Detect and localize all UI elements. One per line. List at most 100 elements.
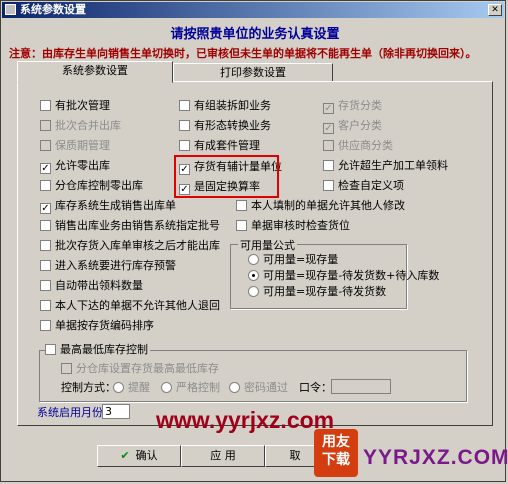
- col1-option-11-box[interactable]: [40, 320, 51, 331]
- col1-option-0[interactable]: 有批次管理: [40, 99, 110, 112]
- formula-option-1[interactable]: 可用量=现存量-待发货数+待入库数: [248, 269, 439, 282]
- password-label: 口令：: [299, 381, 332, 394]
- formula-option-2[interactable]: 可用量=现存量-待发货数: [248, 285, 386, 298]
- col2-option-6-box[interactable]: [236, 220, 247, 231]
- col1-option-1[interactable]: 批次合并出库: [40, 119, 121, 132]
- col3-option-3[interactable]: 允许超生产加工单领料: [323, 159, 448, 172]
- control-mode-strict[interactable]: 严格控制: [161, 381, 220, 394]
- formula-option-0[interactable]: 可用量=现存量: [248, 253, 338, 266]
- col1-option-2-box[interactable]: [40, 140, 51, 151]
- formula-option-label: 可用量=现存量-待发货数: [263, 285, 387, 298]
- col3-option-4[interactable]: 检查自定义项: [323, 179, 404, 192]
- col3-option-1-label: 客户分类: [338, 119, 382, 132]
- col1-option-2-label: 保质期管理: [55, 139, 110, 152]
- col3-option-2[interactable]: 供应商分类: [323, 139, 393, 152]
- col1-option-3-box[interactable]: ✓: [40, 163, 51, 174]
- ok-button[interactable]: ✔ 确认: [97, 445, 181, 467]
- control-mode-strict-label: 严格控制: [176, 381, 220, 394]
- col3-option-4-label: 检查自定义项: [338, 179, 404, 192]
- watermark-url: www.yyrjxz.com: [156, 407, 335, 433]
- col2-option-1-box[interactable]: [179, 120, 190, 131]
- col1-option-6[interactable]: 销售出库业务由销售系统指定批号: [40, 219, 220, 232]
- warehouse-stock-checkbox[interactable]: 分仓库设置存货最高最低库存: [61, 362, 219, 375]
- control-mode-password[interactable]: 密码通过: [229, 381, 288, 394]
- available-formula-title: 可用量公式: [238, 237, 297, 253]
- col1-option-4-label: 分仓库控制零出库: [55, 179, 143, 192]
- col1-option-10-box[interactable]: [40, 300, 51, 311]
- col3-option-0[interactable]: ✓ 存货分类: [323, 99, 382, 114]
- col1-option-8-box[interactable]: [40, 260, 51, 271]
- warehouse-stock-label: 分仓库设置存货最高最低库存: [76, 362, 219, 375]
- ok-button-label: 确认: [135, 449, 158, 462]
- col2-option-6-label: 单据审核时检查货位: [251, 219, 350, 232]
- col2-option-0-box[interactable]: [179, 100, 190, 111]
- min-stock-box[interactable]: [45, 344, 56, 355]
- col2-option-2[interactable]: 有成套件管理: [179, 139, 260, 152]
- col2-option-0[interactable]: 有组装拆卸业务: [179, 99, 271, 112]
- apply-button[interactable]: 应 用: [181, 445, 265, 467]
- col1-option-9-label: 自动带出领料数量: [55, 279, 143, 292]
- radio-dot: [248, 254, 259, 265]
- control-mode-remind[interactable]: 提醒: [113, 381, 150, 394]
- radio-dot: [248, 286, 259, 297]
- col3-option-1[interactable]: ✓ 客户分类: [323, 119, 382, 134]
- settings-window: 系统参数设置 ✕ 请按照贵单位的业务认真设置 注意：由库存生单向销售生单切换时，…: [0, 0, 508, 482]
- col1-option-7[interactable]: 批次存货入库单审核之后才能出库: [40, 239, 220, 252]
- col1-option-9-box[interactable]: [40, 280, 51, 291]
- page-heading: 请按照贵单位的业务认真设置: [170, 27, 340, 42]
- radio-dot: [229, 382, 240, 393]
- tab-print-params[interactable]: 打印参数设置: [173, 63, 333, 82]
- col1-option-8[interactable]: 进入系统要进行库存预警: [40, 259, 176, 272]
- control-mode-label: 控制方式：: [61, 381, 116, 394]
- col2-option-1-label: 有形态转换业务: [194, 119, 271, 132]
- watermark-logo-top: 用友: [322, 434, 350, 450]
- col1-option-7-label: 批次存货入库单审核之后才能出库: [55, 239, 220, 252]
- col1-option-8-label: 进入系统要进行库存预警: [55, 259, 176, 272]
- radio-dot: [113, 382, 124, 393]
- col1-option-0-box[interactable]: [40, 100, 51, 111]
- col1-option-1-box[interactable]: [40, 120, 51, 131]
- col3-option-3-box[interactable]: [323, 160, 334, 171]
- col3-option-2-box[interactable]: [323, 140, 334, 151]
- close-icon[interactable]: ✕: [488, 4, 502, 16]
- col1-option-0-label: 有批次管理: [55, 99, 110, 112]
- col1-option-5-label: 库存系统生成销售出库单: [55, 199, 176, 212]
- watermark-logo: 用友 下载: [314, 429, 358, 477]
- radio-dot: [248, 270, 259, 281]
- col1-option-4-box[interactable]: [40, 180, 51, 191]
- col1-option-5-box[interactable]: ✓: [40, 203, 51, 214]
- col1-option-6-box[interactable]: [40, 220, 51, 231]
- col3-option-0-label: 存货分类: [338, 99, 382, 112]
- col3-option-0-box[interactable]: ✓: [323, 103, 334, 114]
- col2-option-5-label: 本人填制的单据允许其他人修改: [251, 199, 405, 212]
- start-month-input[interactable]: 3: [102, 404, 130, 419]
- col3-option-1-box[interactable]: ✓: [323, 123, 334, 134]
- col2-option-0-label: 有组装拆卸业务: [194, 99, 271, 112]
- col2-option-2-box[interactable]: [179, 140, 190, 151]
- col2-option-1[interactable]: 有形态转换业务: [179, 119, 271, 132]
- warning-note: 注意：由库存生单向销售生单切换时，已审核但未生单的单据将不能再生单（除非再切换回…: [9, 47, 477, 60]
- col1-option-11[interactable]: 单据按存货编码排序: [40, 319, 154, 332]
- col2-option-5-box[interactable]: [236, 200, 247, 211]
- col1-option-7-box[interactable]: [40, 240, 51, 251]
- col2-option-6[interactable]: 单据审核时检查货位: [236, 219, 350, 232]
- col1-option-3-label: 允许零出库: [55, 159, 110, 172]
- watermark-brand: YYRJXZ.COM: [363, 446, 508, 469]
- col1-option-9[interactable]: 自动带出领料数量: [40, 279, 143, 292]
- password-field[interactable]: [331, 379, 391, 394]
- title-bar: 系统参数设置 ✕: [2, 2, 504, 18]
- col1-option-4[interactable]: 分仓库控制零出库: [40, 179, 143, 192]
- col2-option-2-label: 有成套件管理: [194, 139, 260, 152]
- col2-option-5[interactable]: 本人填制的单据允许其他人修改: [236, 199, 405, 212]
- col1-option-2[interactable]: 保质期管理: [40, 139, 110, 152]
- min-stock-checkbox[interactable]: 最高最低库存控制: [45, 343, 150, 356]
- warehouse-stock-box: [61, 363, 72, 374]
- window-title: 系统参数设置: [20, 3, 86, 16]
- tab-system-params[interactable]: 系统参数设置: [17, 61, 173, 83]
- col1-option-5[interactable]: ✓ 库存系统生成销售出库单: [40, 199, 176, 214]
- col1-option-10[interactable]: 本人下达的单据不允许其他人退回: [40, 299, 220, 312]
- col3-option-2-label: 供应商分类: [338, 139, 393, 152]
- col1-option-3[interactable]: ✓ 允许零出库: [40, 159, 110, 174]
- col3-option-4-box[interactable]: [323, 180, 334, 191]
- check-icon: ✔: [120, 449, 130, 462]
